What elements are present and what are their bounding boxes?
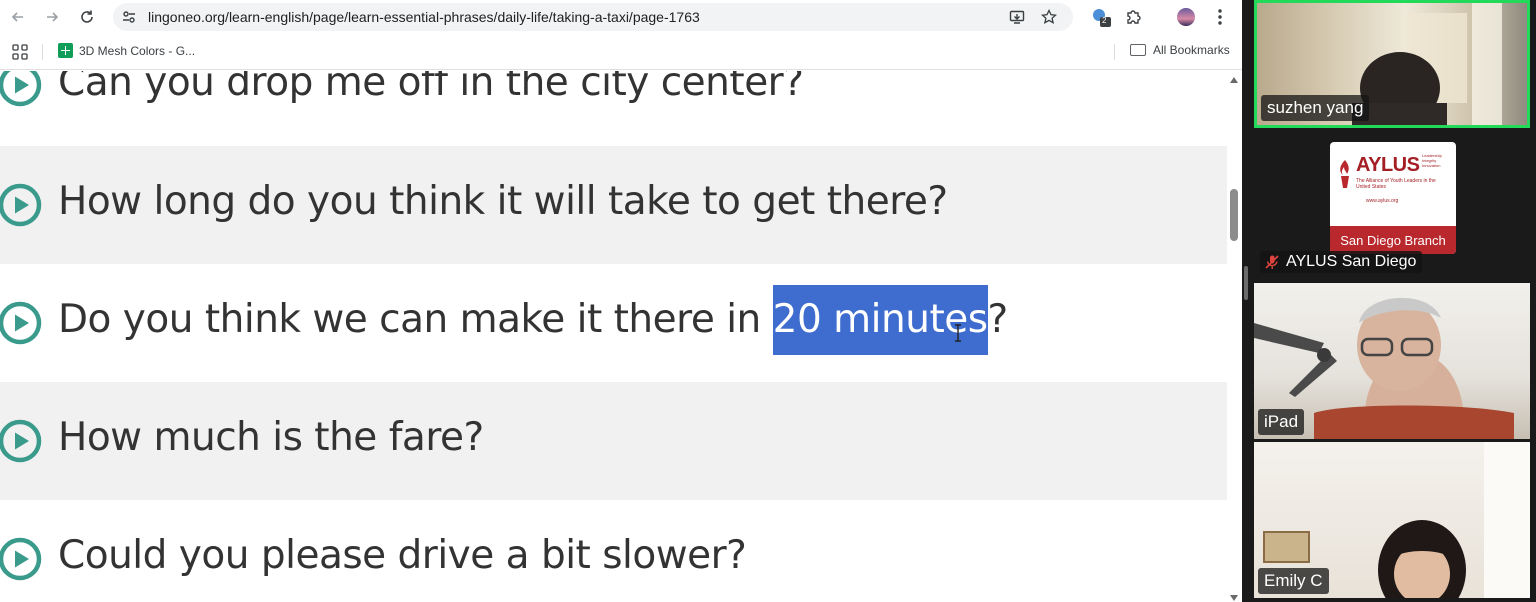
all-bookmarks-label: All Bookmarks	[1153, 43, 1230, 57]
puzzle-icon	[1127, 10, 1141, 24]
browser-menu-button[interactable]	[1209, 6, 1231, 28]
participant-tile[interactable]: AYLUS Leadership Integrity Innovation Th…	[1254, 135, 1530, 279]
logo-title: AYLUS	[1356, 154, 1420, 176]
bookmarks-divider	[42, 44, 43, 60]
text-cursor-icon	[955, 324, 961, 342]
play-audio-icon[interactable]	[0, 419, 42, 463]
participant-name: suzhen yang	[1261, 95, 1370, 121]
phrase-text[interactable]: Can you drop me off in the city center?	[58, 71, 804, 105]
folder-icon	[1130, 44, 1146, 56]
phrase-row: How much is the fare?	[0, 382, 1227, 500]
participant-tile[interactable]: suzhen yang	[1254, 0, 1530, 128]
bookmarks-bar: 3D Mesh Colors - G... All Bookmarks	[0, 34, 1242, 70]
extension-badge-icon	[1093, 9, 1111, 27]
avatar	[1177, 8, 1195, 26]
logo-org-name: The Alliance of Youth Leaders in the Uni…	[1356, 178, 1436, 190]
logo-tagline: Leadership Integrity Innovation	[1422, 153, 1442, 168]
bookmark-star-button[interactable]	[1040, 8, 1058, 26]
arrow-right-icon	[47, 12, 59, 22]
play-audio-icon[interactable]	[0, 71, 42, 107]
phrase-text[interactable]: Could you please drive a bit slower?	[58, 533, 747, 578]
site-info-icon[interactable]	[121, 9, 137, 25]
aylus-logo: AYLUS Leadership Integrity Innovation Th…	[1330, 142, 1456, 254]
participant-tile[interactable]: iPad	[1254, 283, 1530, 439]
participant-name: Emily C	[1258, 568, 1329, 594]
address-bar[interactable]: lingoneo.org/learn-english/page/learn-es…	[113, 3, 1073, 31]
participant-name: iPad	[1258, 409, 1305, 435]
install-icon	[1009, 10, 1025, 24]
bookmarks-divider-right	[1114, 44, 1115, 60]
kebab-menu-icon	[1218, 9, 1222, 25]
scrollbar-thumb[interactable]	[1230, 189, 1238, 241]
back-button[interactable]	[6, 5, 30, 29]
install-app-button[interactable]	[1008, 8, 1026, 26]
phrase-text-end: ?	[987, 297, 1009, 342]
phrase-text[interactable]: How long do you think it will take to ge…	[58, 179, 948, 224]
url-text[interactable]: lingoneo.org/learn-english/page/learn-es…	[148, 9, 700, 25]
phrase-row: Do you think we can make it there in 20 …	[0, 264, 1227, 382]
reload-button[interactable]	[75, 5, 99, 29]
forward-button[interactable]	[40, 5, 64, 29]
play-audio-icon[interactable]	[0, 183, 42, 227]
play-audio-icon[interactable]	[0, 301, 42, 345]
extensions-menu-button[interactable]	[1123, 6, 1145, 28]
profile-button[interactable]	[1175, 6, 1197, 28]
phrase-text-start: Do you think we can make it there in	[58, 297, 773, 342]
scroll-down-arrow[interactable]	[1230, 595, 1238, 601]
mic-muted-icon	[1265, 255, 1279, 269]
phrase-row: Can you drop me off in the city center?	[0, 71, 1227, 146]
logo-url: www.aylus.org	[1366, 198, 1399, 204]
page-scrollbar[interactable]	[1227, 71, 1242, 602]
phrase-row: How long do you think it will take to ge…	[0, 146, 1227, 264]
phrase-text[interactable]: Do you think we can make it there in 20 …	[58, 285, 1009, 355]
sheets-icon	[58, 43, 73, 58]
selected-text[interactable]: 20 minutes	[772, 285, 988, 355]
page-content: Can you drop me off in the city center? …	[0, 71, 1227, 602]
apps-grid-icon[interactable]	[12, 44, 28, 60]
phrase-text[interactable]: How much is the fare?	[58, 415, 484, 460]
extension-button[interactable]: 2	[1090, 6, 1112, 28]
star-icon	[1041, 9, 1057, 24]
gallery-scrollbar[interactable]	[1244, 266, 1248, 300]
reload-icon	[81, 10, 93, 23]
extension-badge-count: 2	[1102, 16, 1107, 25]
bookmark-item[interactable]: 3D Mesh Colors - G...	[58, 43, 195, 58]
all-bookmarks-button[interactable]: All Bookmarks	[1130, 43, 1230, 57]
play-audio-icon[interactable]	[0, 537, 42, 581]
arrow-left-icon	[11, 12, 23, 22]
torch-icon	[1340, 160, 1349, 188]
bookmark-item-label: 3D Mesh Colors - G...	[79, 43, 196, 58]
phrase-row: Could you please drive a bit slower?	[0, 500, 1227, 602]
browser-window: lingoneo.org/learn-english/page/learn-es…	[0, 0, 1242, 602]
participant-tile[interactable]: Emily C	[1254, 442, 1530, 598]
logo-band: San Diego Branch	[1330, 226, 1456, 254]
participant-name-tag: AYLUS San Diego	[1260, 251, 1423, 273]
browser-toolbar: lingoneo.org/learn-english/page/learn-es…	[0, 0, 1242, 34]
participant-name: AYLUS San Diego	[1286, 253, 1417, 270]
scroll-up-arrow[interactable]	[1230, 77, 1238, 83]
